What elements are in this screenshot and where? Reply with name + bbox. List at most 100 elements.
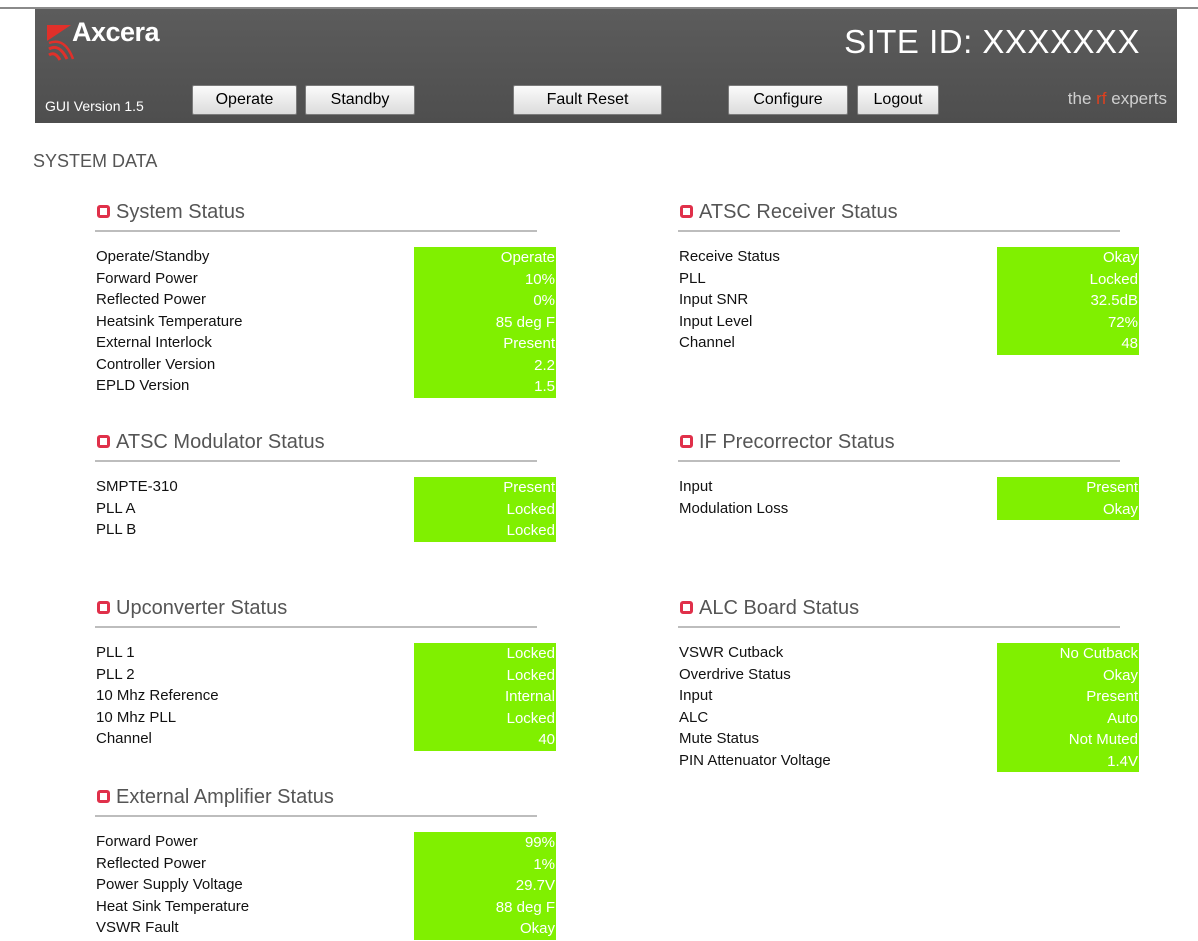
status-label: Overdrive Status [679, 665, 791, 683]
status-label: SMPTE-310 [96, 478, 178, 495]
status-label: Heatsink Temperature [96, 312, 243, 330]
standby-button[interactable]: Standby [305, 85, 415, 115]
section-divider [678, 460, 1120, 462]
status-value: Locked [414, 520, 556, 542]
status-rows: PLL 1 Locked PLL 2 Locked 10 Mhz Reference In… [95, 643, 556, 751]
section-header: IF Precorrector Status [678, 430, 1122, 460]
status-row: Mute Status Not Muted [678, 729, 1139, 751]
section-title: System Status [116, 201, 245, 223]
status-value: Present [997, 686, 1139, 708]
status-label: Receive Status [679, 248, 780, 265]
status-row: SMPTE-310 Present [95, 477, 556, 499]
section-divider [95, 460, 537, 462]
status-row: Forward Power 99% [95, 832, 556, 854]
section-bullet-icon [97, 435, 110, 448]
section-bullet-icon [97, 205, 110, 218]
status-row: Operate/Standby Operate [95, 247, 556, 269]
section-title: IF Precorrector Status [699, 431, 895, 453]
status-rows: SMPTE-310 Present PLL A Locked PLL B Locked [95, 477, 556, 542]
status-label: Channel [96, 730, 152, 747]
alc-board-section: ALC Board Status VSWR Cutback No Cutback O… [678, 596, 1139, 772]
status-value: Auto [997, 707, 1139, 729]
status-label: EPLD Version [96, 377, 190, 394]
section-divider [95, 230, 537, 232]
status-row: Reflected Power 0% [95, 290, 556, 312]
gui-version: GUI Version 1.5 [45, 98, 144, 114]
atsc-modulator-section: ATSC Modulator Status SMPTE-310 Present PL… [95, 430, 556, 542]
section-title: Upconverter Status [116, 597, 288, 619]
status-label: Input SNR [679, 291, 749, 308]
status-row: EPLD Version 1.5 [95, 376, 556, 398]
status-row: PLL Locked [678, 268, 1139, 290]
status-value: Locked [414, 498, 556, 520]
status-label: Input Level [679, 312, 753, 330]
status-value: Locked [414, 643, 556, 665]
status-label: External Interlock [96, 334, 212, 351]
status-row: PLL 1 Locked [95, 643, 556, 665]
status-row: Overdrive Status Okay [678, 664, 1139, 686]
status-row: 10 Mhz PLL Locked [95, 707, 556, 729]
status-value: Not Muted [997, 729, 1139, 751]
status-label: PLL B [96, 521, 137, 538]
section-title: ALC Board Status [699, 597, 860, 619]
configure-button[interactable]: Configure [728, 85, 848, 115]
status-value: 32.5dB [997, 290, 1139, 312]
status-label: Forward Power [96, 833, 198, 850]
section-divider [95, 626, 537, 628]
status-row: PLL 2 Locked [95, 664, 556, 686]
status-value: 1.4V [997, 750, 1139, 772]
operate-button[interactable]: Operate [192, 85, 297, 115]
status-value: Operate [414, 247, 556, 269]
status-row: ALC Auto [678, 707, 1139, 729]
status-row: Forward Power 10% [95, 268, 556, 290]
status-row: Heat Sink Temperature 88 deg F [95, 896, 556, 918]
status-label: Reflected Power [96, 291, 207, 308]
status-rows: VSWR Cutback No Cutback Overdrive Status Ok… [678, 643, 1139, 772]
status-value: 48 [997, 333, 1139, 355]
status-row: Input SNR 32.5dB [678, 290, 1139, 312]
external-amplifier-section: External Amplifier Status Forward Power 9… [95, 785, 556, 940]
atsc-receiver-section: ATSC Receiver Status Receive Status Okay P… [678, 200, 1139, 355]
status-value: 0% [414, 290, 556, 312]
logout-button[interactable]: Logout [857, 85, 939, 115]
status-value: Present [997, 477, 1139, 499]
status-value: No Cutback [997, 643, 1139, 665]
status-value: Okay [997, 498, 1139, 520]
section-bullet-icon [97, 601, 110, 614]
section-header: External Amplifier Status [95, 785, 539, 815]
tagline: the rf experts [1068, 89, 1167, 109]
status-row: Receive Status Okay [678, 247, 1139, 269]
status-label: PLL [679, 269, 706, 287]
upconverter-section: Upconverter Status PLL 1 Locked PLL 2 Locke… [95, 596, 556, 751]
status-row: Controller Version 2.2 [95, 354, 556, 376]
header-bar: Axcera SITE ID: XXXXXXX GUI Version 1.5 … [35, 9, 1177, 123]
system-status-section: System Status Operate/Standby Operate Forw… [95, 200, 556, 398]
status-value: Internal [414, 686, 556, 708]
status-row: PLL B Locked [95, 520, 556, 542]
section-header: Upconverter Status [95, 596, 539, 626]
status-row: VSWR Cutback No Cutback [678, 643, 1139, 665]
status-row: External Interlock Present [95, 333, 556, 355]
section-divider [678, 230, 1120, 232]
section-header: System Status [95, 200, 539, 230]
status-row: Input Present [678, 477, 1139, 499]
status-label: VSWR Cutback [679, 644, 784, 661]
status-label: Power Supply Voltage [96, 876, 243, 893]
status-value: 99% [414, 832, 556, 854]
status-value: Okay [997, 247, 1139, 269]
section-divider [678, 626, 1120, 628]
tagline-suffix: experts [1106, 89, 1167, 108]
status-row: VSWR Fault Okay [95, 918, 556, 940]
status-label: 10 Mhz PLL [96, 708, 177, 726]
status-label: 10 Mhz Reference [96, 687, 219, 704]
status-value: 2.2 [414, 354, 556, 376]
fault-reset-button[interactable]: Fault Reset [513, 85, 662, 115]
status-value: Locked [414, 664, 556, 686]
status-label: Reflected Power [96, 854, 207, 872]
logo-signal-icon [47, 25, 75, 61]
status-value: Locked [997, 268, 1139, 290]
status-rows: Operate/Standby Operate Forward Power 10% Re… [95, 247, 556, 398]
status-label: Mute Status [679, 730, 760, 747]
status-row: Heatsink Temperature 85 deg F [95, 311, 556, 333]
section-title: External Amplifier Status [116, 786, 334, 808]
